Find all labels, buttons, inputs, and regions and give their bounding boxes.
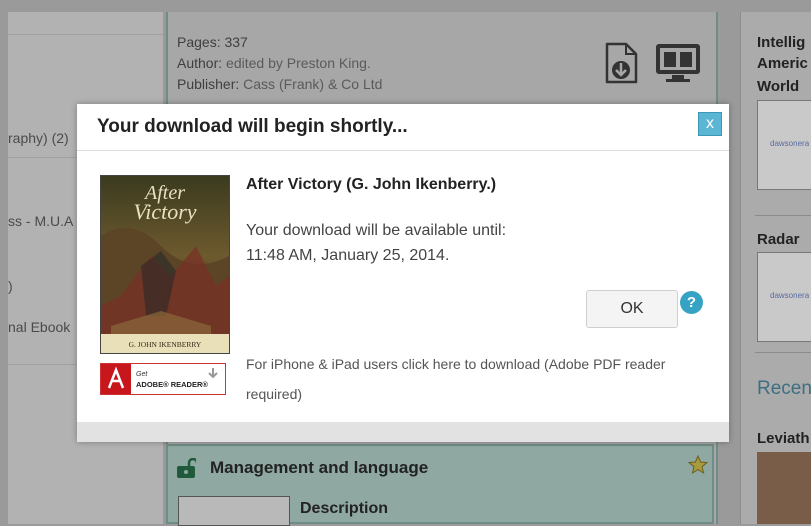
book-pages: Pages: 337 [177, 34, 248, 50]
book-title: After Victory (G. John Ikenberry.) [246, 176, 497, 193]
svg-text:ADOBE® READER®: ADOBE® READER® [136, 380, 208, 389]
download-file-icon[interactable] [602, 42, 640, 84]
help-icon[interactable]: ? [680, 291, 703, 314]
sidebar-title[interactable]: Intellig [757, 34, 805, 51]
sidebar-title[interactable]: Americ [757, 55, 808, 72]
left-filter-item[interactable]: ss - M.U.A [8, 213, 73, 229]
svg-text:Get: Get [136, 371, 148, 378]
svg-text:G. JOHN IKENBERRY: G. JOHN IKENBERRY [129, 340, 202, 349]
sidebar-book-cover[interactable] [757, 452, 811, 524]
result-title[interactable]: Management and language [210, 458, 428, 478]
sidebar-divider [755, 352, 811, 353]
sidebar-thumbnail[interactable]: dawsonera [757, 252, 811, 342]
sidebar-thumbnail[interactable]: dawsonera [757, 100, 811, 190]
availability-message: Your download will be available until: 1… [246, 222, 507, 264]
dialog-header: Your download will begin shortly... x [77, 104, 729, 151]
sidebar-title[interactable]: Radar [757, 231, 800, 248]
description-label: Description [300, 500, 389, 517]
sidebar-title[interactable]: World [757, 78, 799, 95]
star-icon[interactable] [688, 455, 708, 475]
sidebar-divider [755, 215, 811, 216]
book-publisher: Publisher: Cass (Frank) & Co Ltd [177, 76, 383, 92]
recent-heading: Recen [757, 378, 811, 399]
dialog-title: Your download will begin shortly... [97, 116, 408, 137]
dialog-footer [77, 422, 729, 442]
sidebar-title[interactable]: Leviath [757, 430, 810, 447]
unlock-icon [177, 458, 196, 478]
left-filter-item[interactable]: nal Ebook [8, 319, 70, 335]
download-dialog: Your download will begin shortly... x Af… [77, 104, 729, 442]
close-button[interactable]: x [698, 112, 722, 136]
book-author: Author: edited by Preston King. [177, 55, 371, 71]
left-divider [8, 34, 163, 35]
svg-text:Victory: Victory [133, 199, 196, 224]
result-thumbnail [178, 496, 290, 526]
read-online-icon[interactable] [654, 42, 702, 84]
left-filter-item[interactable]: raphy) (2) [8, 130, 69, 146]
iphone-download-link[interactable]: For iPhone & iPad users click here to do… [246, 349, 686, 409]
get-adobe-reader-badge[interactable]: Get ADOBE® READER® [100, 363, 226, 395]
left-filter-item[interactable]: ) [8, 278, 13, 294]
book-cover-image: After Victory G. JOHN IKENBERRY [100, 175, 230, 354]
ok-button[interactable]: OK [586, 290, 678, 328]
